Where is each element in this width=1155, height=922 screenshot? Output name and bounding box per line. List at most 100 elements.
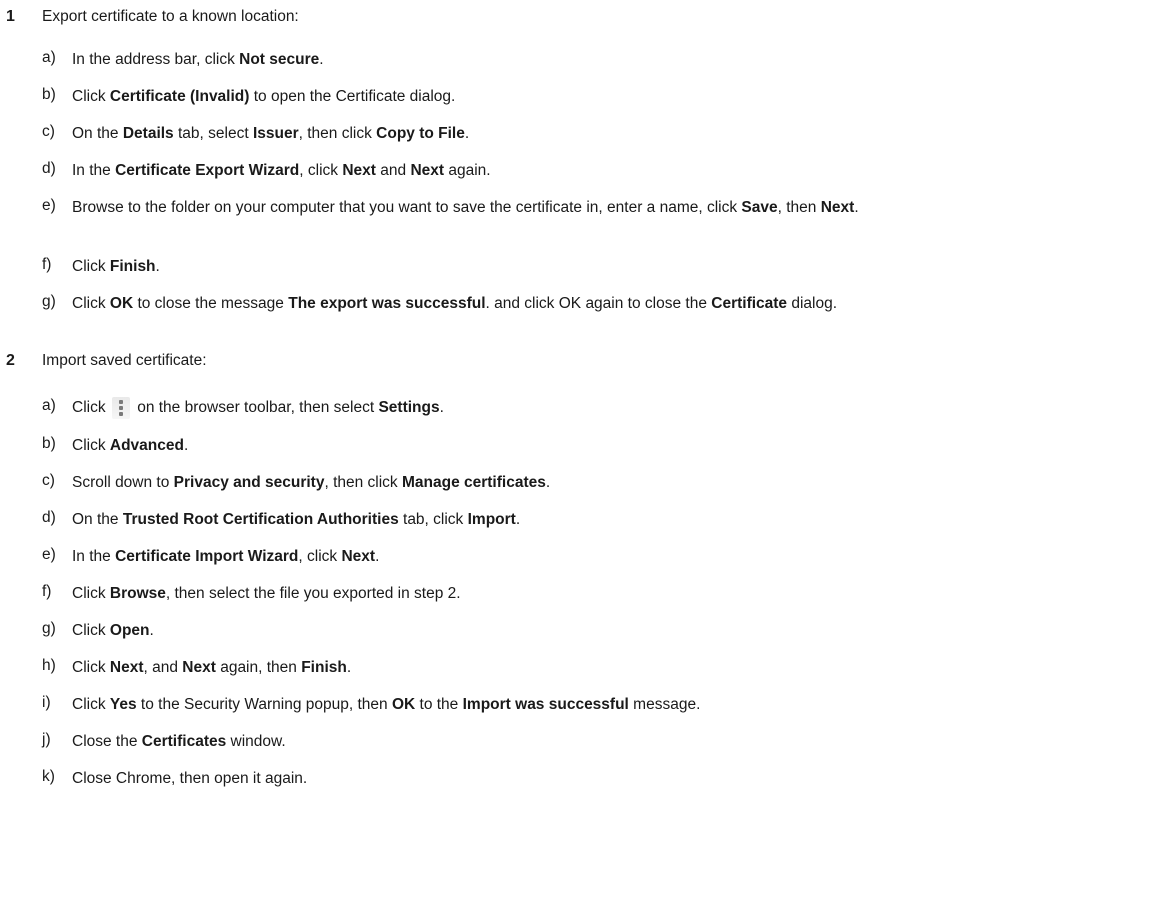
- text-run: On the: [72, 125, 123, 142]
- text-run: tab, select: [173, 125, 253, 142]
- bold-term: Next: [182, 659, 216, 676]
- text-run: On the: [72, 511, 123, 528]
- substep-text: Click Next, and Next again, then Finish.: [72, 657, 1147, 679]
- bold-term: Settings: [378, 399, 440, 416]
- bold-term: Next: [410, 162, 445, 179]
- substep-letter: f): [42, 583, 52, 600]
- text-run: In the address bar, click: [72, 51, 240, 68]
- text-run: to close the message: [133, 295, 289, 312]
- substep-text: Click Yes to the Security Warning popup,…: [72, 694, 1147, 716]
- bold-term: Import was successful: [462, 696, 629, 713]
- more-vertical-icon: [111, 397, 130, 419]
- bold-term: Open: [109, 622, 150, 639]
- text-run: Click: [72, 437, 110, 454]
- bold-term: Certificate (Invalid): [109, 88, 250, 105]
- bold-term: Save: [741, 199, 778, 216]
- bold-term: Advanced: [109, 437, 184, 454]
- text-run: .: [346, 659, 352, 676]
- text-run: , then click: [298, 125, 377, 142]
- text-run: Click: [72, 88, 110, 105]
- text-run: Close Chrome, then open it again.: [72, 770, 308, 787]
- substep-text: Click Finish.: [72, 256, 1147, 278]
- text-run: dialog.: [787, 295, 838, 312]
- text-run: .: [464, 125, 470, 142]
- step-title: Export certificate to a known location:: [42, 8, 299, 25]
- text-run: .: [183, 437, 189, 454]
- bold-term: Import: [467, 511, 516, 528]
- text-run: .: [545, 474, 551, 491]
- substep-text: In the address bar, click Not secure.: [72, 49, 1147, 71]
- substep-letter: a): [42, 397, 56, 414]
- bold-term: Next: [341, 548, 376, 565]
- text-run: , then click: [324, 474, 402, 491]
- substep-letter: e): [42, 197, 56, 214]
- text-run: Click: [72, 295, 110, 312]
- text-run: to the Security Warning popup, then: [136, 696, 392, 713]
- bold-term: Privacy and security: [173, 474, 325, 491]
- text-run: .: [319, 51, 324, 68]
- bold-term: Next: [109, 659, 144, 676]
- bold-term: Browse: [109, 585, 166, 602]
- substep-text: Scroll down to Privacy and security, the…: [72, 472, 1147, 494]
- bold-term: OK: [391, 696, 416, 713]
- substep-text: On the Trusted Root Certification Author…: [72, 509, 1147, 531]
- text-run: message.: [628, 696, 701, 713]
- text-run: . and click OK again to close the: [485, 295, 712, 312]
- text-run: Click: [72, 659, 110, 676]
- text-run: Click: [72, 696, 110, 713]
- text-run: .: [854, 199, 859, 216]
- bold-term: Issuer: [252, 125, 299, 142]
- bold-term: Certificate Import Wizard: [115, 548, 299, 565]
- bold-term: Not secure: [239, 51, 320, 68]
- bold-term: Trusted Root Certification Authorities: [122, 511, 399, 528]
- text-run: Click: [72, 258, 110, 275]
- substep-text: Click Certificate (Invalid) to open the …: [72, 86, 1147, 108]
- substep-letter: e): [42, 546, 56, 563]
- text-run: to open the Certificate dialog.: [249, 88, 456, 105]
- text-run: to the: [415, 696, 463, 713]
- text-run: .: [149, 622, 154, 639]
- bold-term: Manage certificates: [401, 474, 546, 491]
- substep-text: Browse to the folder on your computer th…: [72, 197, 1147, 219]
- text-run: tab, click: [398, 511, 468, 528]
- text-run: In the: [72, 548, 116, 565]
- text-run: , then select the file you exported in s…: [165, 585, 461, 602]
- substep-letter: g): [42, 620, 56, 637]
- substep-text: Click Browse, then select the file you e…: [72, 583, 1147, 605]
- text-run: Scroll down to: [72, 474, 174, 491]
- substep-text: In the Certificate Export Wizard, click …: [72, 160, 1147, 182]
- text-run: again, then: [215, 659, 302, 676]
- substep-letter: c): [42, 472, 55, 489]
- text-run: and: [375, 162, 411, 179]
- bold-term: Next: [820, 199, 855, 216]
- text-run: window.: [226, 733, 286, 750]
- text-run: Click: [72, 585, 110, 602]
- text-run: again.: [444, 162, 491, 179]
- bold-term: Next: [342, 162, 376, 179]
- bold-term: Yes: [109, 696, 137, 713]
- substep-text: Click Advanced.: [72, 435, 1147, 457]
- text-run: Click: [72, 622, 110, 639]
- bold-term: Finish: [301, 659, 347, 676]
- text-run: on the browser toolbar, then select: [132, 399, 379, 416]
- instructions-document: 1 Export certificate to a known location…: [0, 0, 1155, 922]
- bold-term: The export was successful: [288, 295, 486, 312]
- substep-letter: a): [42, 49, 56, 66]
- substep-letter: c): [42, 123, 55, 140]
- substep-text: Click OK to close the message The export…: [72, 293, 1147, 315]
- bold-term: OK: [109, 295, 134, 312]
- text-run: .: [515, 511, 521, 528]
- text-run: , and: [143, 659, 183, 676]
- text-run: , click: [299, 162, 343, 179]
- bold-term: Finish: [109, 258, 156, 275]
- substep-letter: d): [42, 160, 56, 177]
- step-number: 2: [6, 352, 15, 369]
- text-run: Browse to the folder on your computer th…: [72, 199, 742, 216]
- substep-text: In the Certificate Import Wizard, click …: [72, 546, 1147, 568]
- step-title: Import saved certificate:: [42, 352, 207, 369]
- bold-term: Certificate Export Wizard: [115, 162, 300, 179]
- bold-term: Copy to File: [376, 125, 465, 142]
- substep-letter: i): [42, 694, 51, 711]
- text-run: .: [439, 399, 444, 416]
- substep-letter: b): [42, 435, 56, 452]
